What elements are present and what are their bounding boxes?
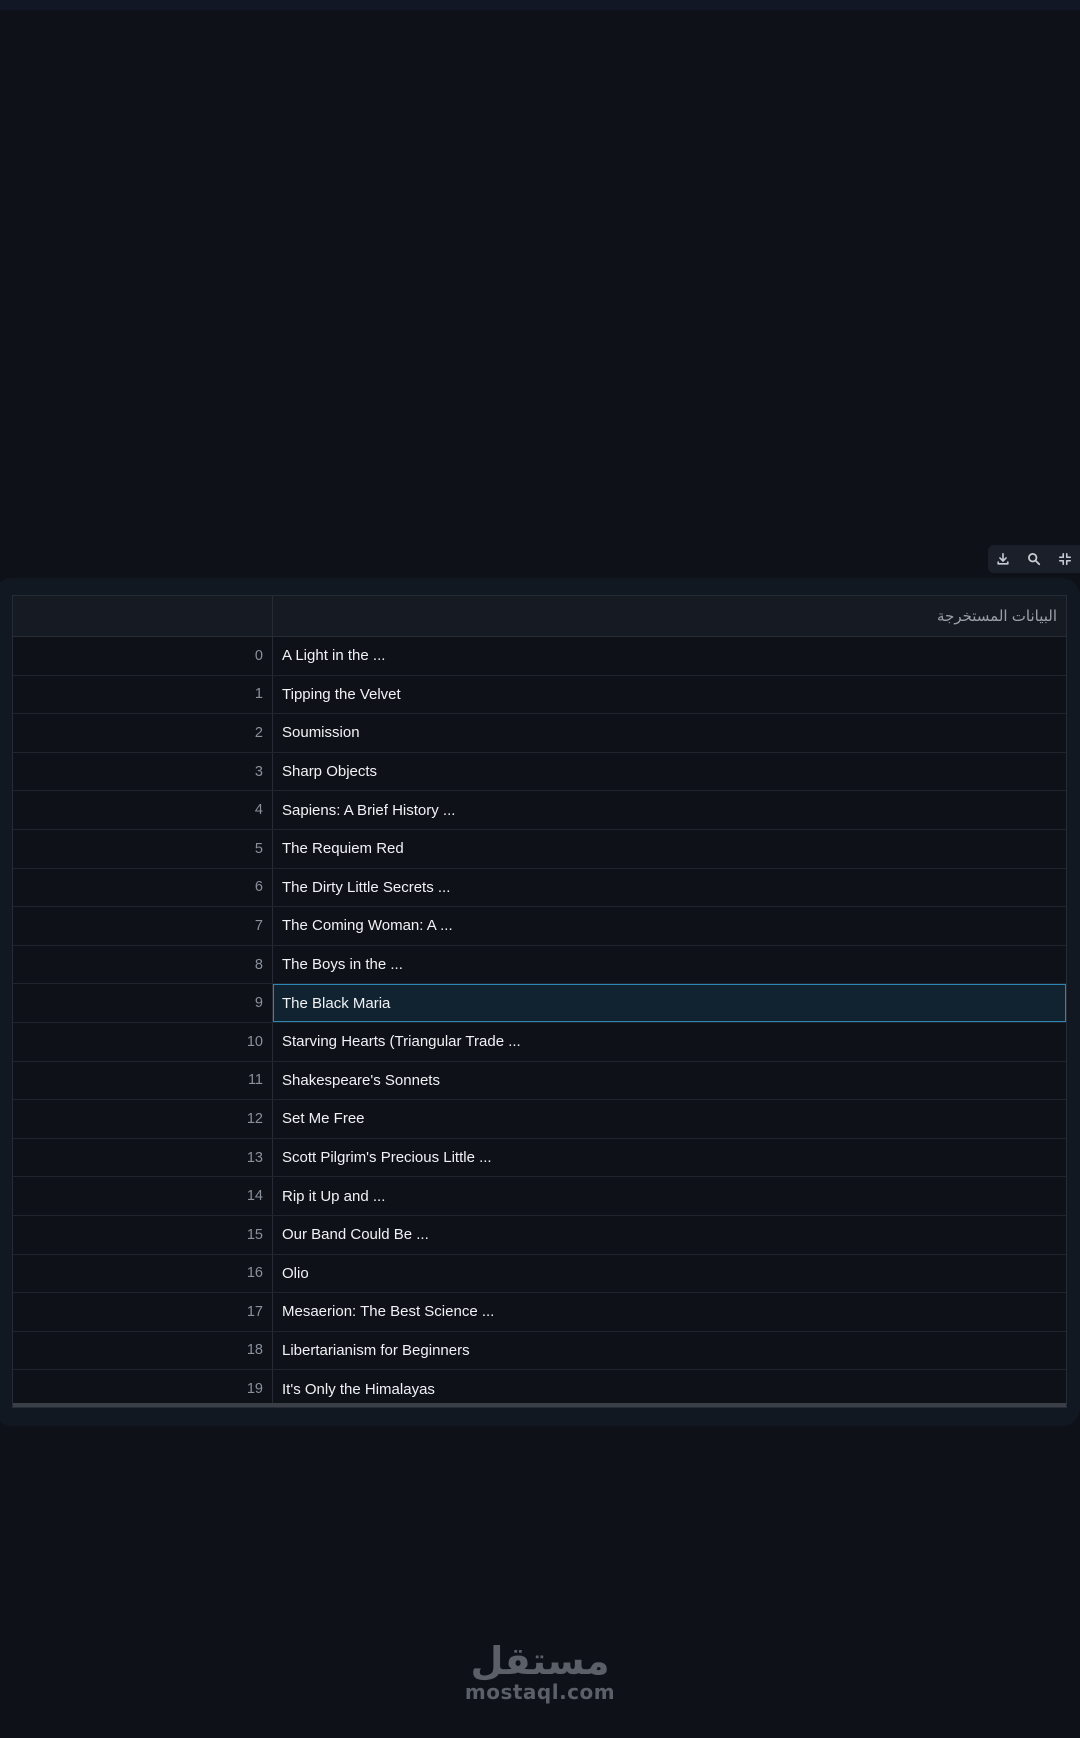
- row-index: 11: [13, 1061, 273, 1100]
- table-row[interactable]: 8 The Boys in the ...: [13, 945, 1066, 985]
- row-cell[interactable]: Libertarianism for Beginners: [273, 1332, 1066, 1370]
- row-index: 12: [13, 1100, 273, 1138]
- row-cell[interactable]: Olio: [273, 1255, 1066, 1293]
- row-cell[interactable]: Shakespeare's Sonnets: [273, 1062, 1066, 1100]
- table-row[interactable]: 0A Light in the ...: [13, 637, 1066, 676]
- row-cell[interactable]: The Black Maria: [273, 984, 1066, 1022]
- row-cell[interactable]: The Requiem Red: [273, 830, 1066, 868]
- row-index: 17: [13, 1293, 273, 1331]
- table-header: البيانات المستخرجة: [13, 596, 1066, 637]
- table-body: 0A Light in the ... 1 Tipping the Velvet 2 S…: [13, 637, 1066, 1407]
- table-row[interactable]: 15 Our Band Could Be ...: [13, 1215, 1066, 1255]
- top-header-strip: [0, 0, 1080, 10]
- horizontal-scrollbar[interactable]: [13, 1403, 1066, 1407]
- table-row[interactable]: 10 Starving Hearts (Triangular Trade ...: [13, 1022, 1066, 1062]
- row-index: 18: [13, 1331, 273, 1370]
- table-row[interactable]: 1 Tipping the Velvet: [13, 675, 1066, 715]
- column-header[interactable]: البيانات المستخرجة: [273, 596, 1066, 636]
- row-cell[interactable]: Rip it Up and ...: [273, 1177, 1066, 1215]
- fullscreen-icon[interactable]: [1054, 548, 1076, 570]
- row-index: 1: [13, 675, 273, 714]
- row-cell[interactable]: Sapiens: A Brief History ...: [273, 791, 1066, 829]
- row-index: 5: [13, 829, 273, 868]
- row-cell[interactable]: Soumission: [273, 714, 1066, 752]
- row-index: 6: [13, 868, 273, 907]
- mostaql-logo: مستقل: [471, 1639, 610, 1683]
- row-cell[interactable]: Sharp Objects: [273, 753, 1066, 791]
- row-index: 14: [13, 1177, 273, 1215]
- row-cell[interactable]: The Boys in the ...: [273, 946, 1066, 984]
- row-cell[interactable]: The Coming Woman: A ...: [273, 907, 1066, 945]
- table-row[interactable]: 14 Rip it Up and ...: [13, 1177, 1066, 1216]
- table-row[interactable]: 3 Sharp Objects: [13, 752, 1066, 792]
- table-row[interactable]: 11 Shakespeare's Sonnets: [13, 1061, 1066, 1101]
- watermark-text: mostaql.com: [464, 1680, 616, 1704]
- dataframe-toolbar: [988, 545, 1080, 573]
- data-grid[interactable]: البيانات المستخرجة 0A Light in the ... 1 T…: [12, 595, 1067, 1408]
- row-cell[interactable]: A Light in the ...: [273, 637, 1066, 675]
- index-header: [13, 596, 273, 636]
- table-row[interactable]: 7 The Coming Woman: A ...: [13, 907, 1066, 946]
- row-index: 8: [13, 945, 273, 984]
- table-row[interactable]: 17 Mesaerion: The Best Science ...: [13, 1293, 1066, 1332]
- row-index: 2: [13, 714, 273, 752]
- row-cell[interactable]: Our Band Could Be ...: [273, 1216, 1066, 1254]
- row-index: 9: [13, 984, 273, 1022]
- row-index: 10: [13, 1022, 273, 1061]
- row-cell[interactable]: The Dirty Little Secrets ...: [273, 869, 1066, 907]
- row-cell[interactable]: Set Me Free: [273, 1100, 1066, 1138]
- app-page: البيانات المستخرجة 0A Light in the ... 1 T…: [0, 0, 1080, 1738]
- row-cell[interactable]: Tipping the Velvet: [273, 676, 1066, 714]
- watermark: مستقل mostaql.com: [0, 1636, 1080, 1704]
- row-cell[interactable]: Scott Pilgrim's Precious Little ...: [273, 1139, 1066, 1177]
- row-index: 7: [13, 907, 273, 945]
- table-row[interactable]: 16 Olio: [13, 1254, 1066, 1294]
- row-index: 15: [13, 1215, 273, 1254]
- table-row[interactable]: 5 The Requiem Red: [13, 829, 1066, 869]
- row-index: 16: [13, 1254, 273, 1293]
- table-row[interactable]: 4 Sapiens: A Brief History ...: [13, 791, 1066, 830]
- row-cell[interactable]: Mesaerion: The Best Science ...: [273, 1293, 1066, 1331]
- row-index: 0: [13, 637, 273, 675]
- table-row[interactable]: 18 Libertarianism for Beginners: [13, 1331, 1066, 1371]
- row-index: 4: [13, 791, 273, 829]
- table-row[interactable]: 12 Set Me Free: [13, 1100, 1066, 1139]
- row-index: 13: [13, 1138, 273, 1177]
- download-icon[interactable]: [992, 548, 1014, 570]
- table-row[interactable]: 9 The Black Maria: [13, 984, 1066, 1023]
- row-index: 3: [13, 752, 273, 791]
- svg-text:مستقل: مستقل: [471, 1639, 610, 1683]
- table-row[interactable]: 13 Scott Pilgrim's Precious Little ...: [13, 1138, 1066, 1178]
- table-row[interactable]: 6 The Dirty Little Secrets ...: [13, 868, 1066, 908]
- table-row[interactable]: 2 Soumission: [13, 714, 1066, 753]
- search-icon[interactable]: [1023, 548, 1045, 570]
- row-cell[interactable]: Starving Hearts (Triangular Trade ...: [273, 1023, 1066, 1061]
